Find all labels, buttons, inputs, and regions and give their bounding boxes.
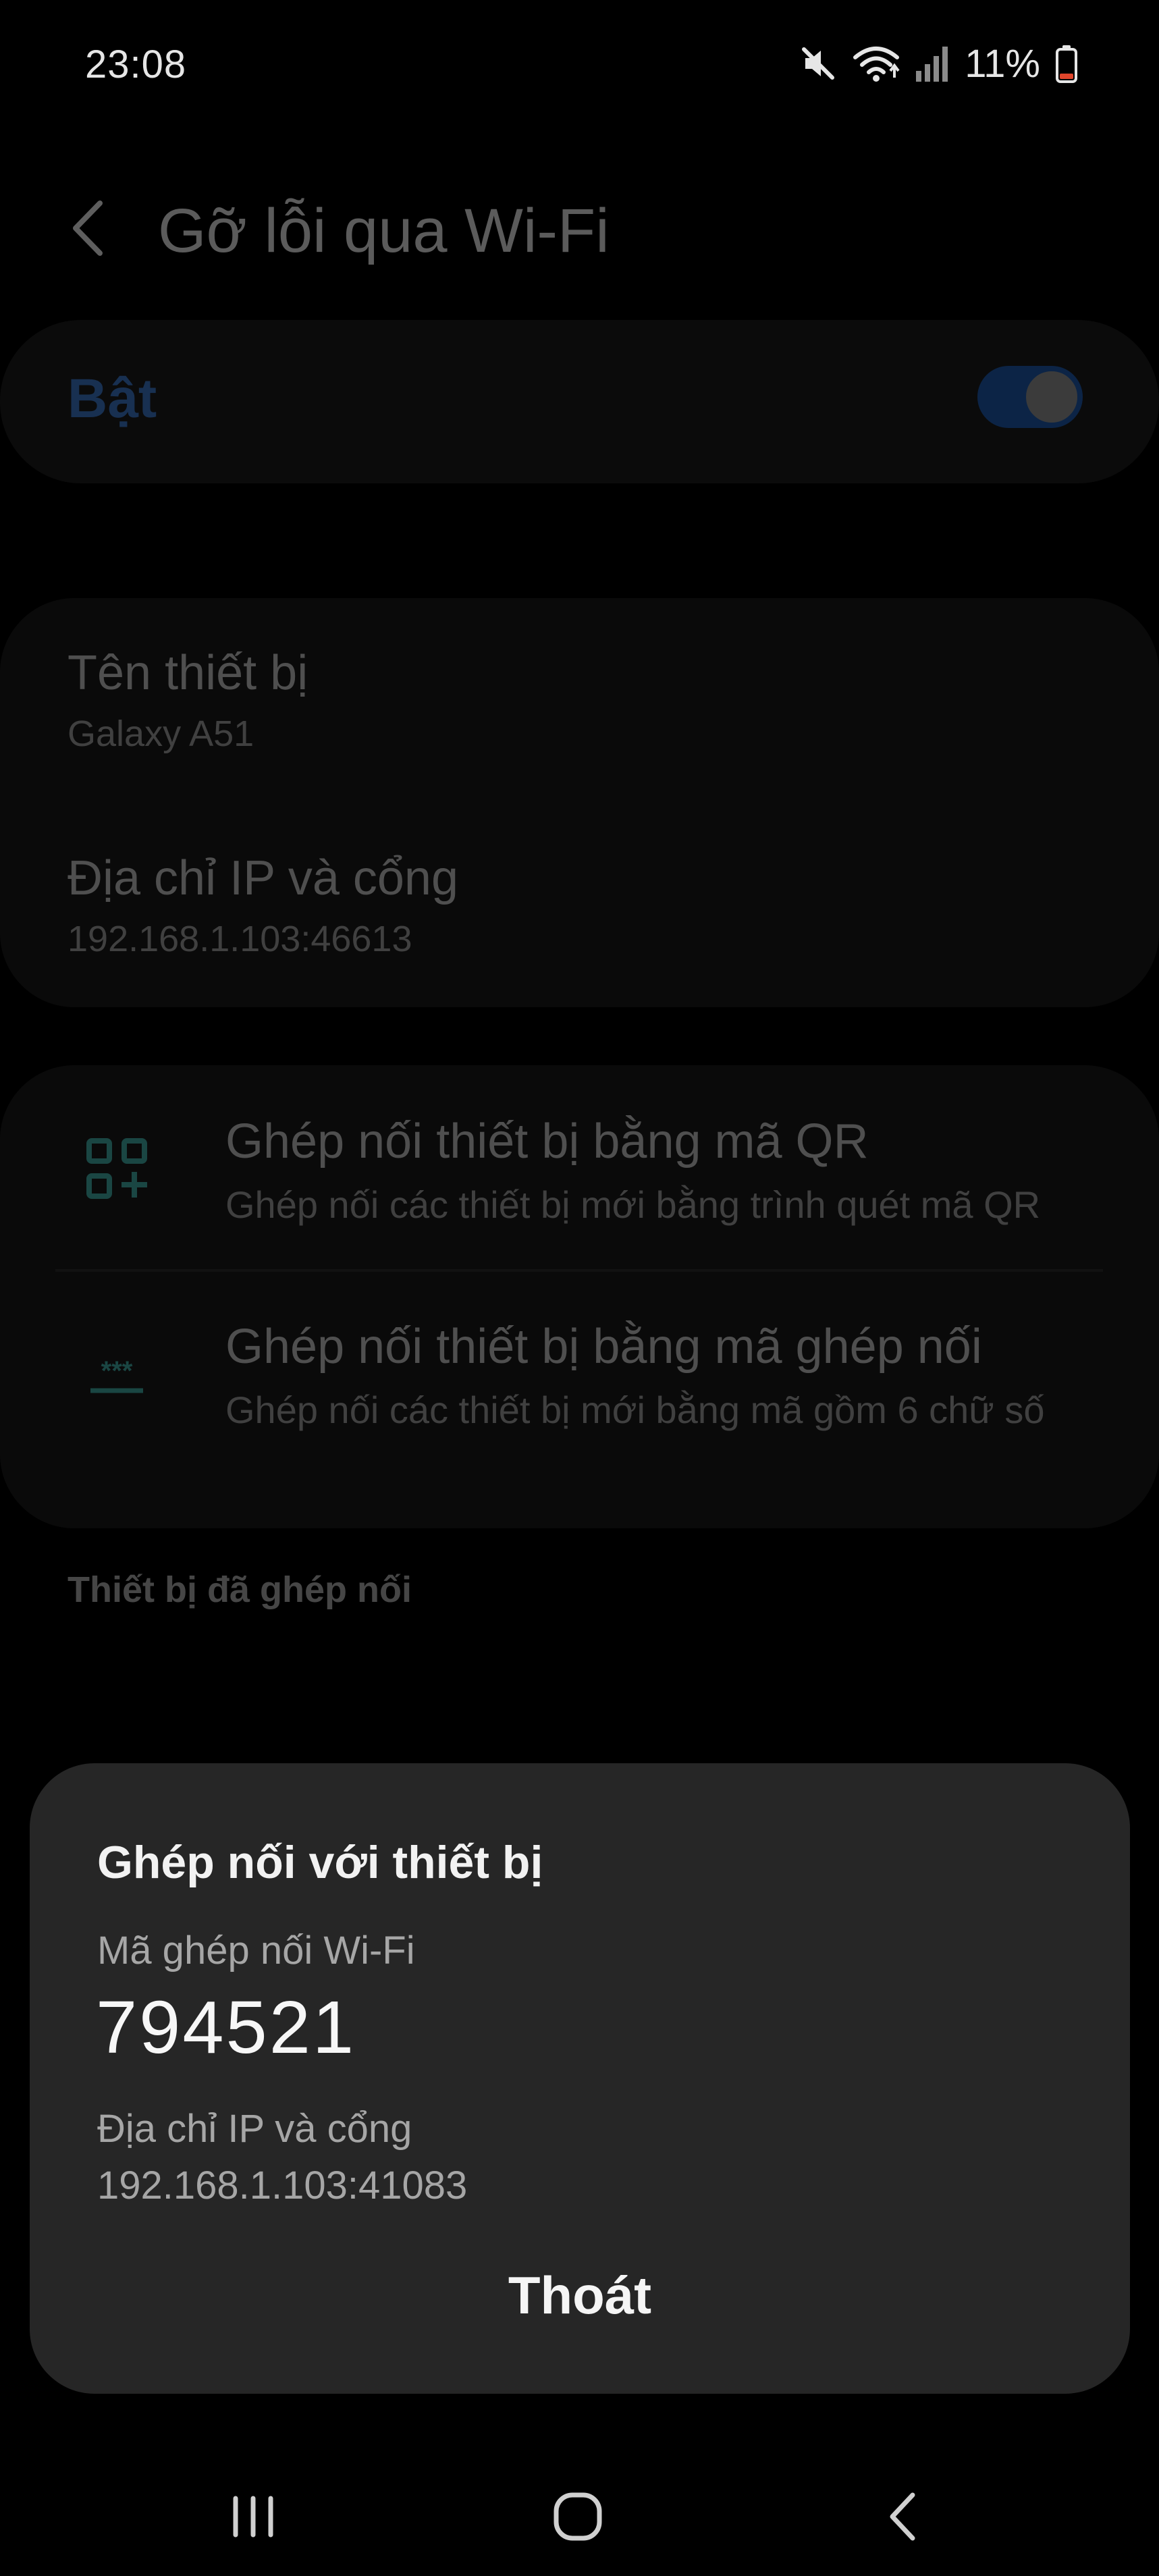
switch-knob [1022, 367, 1081, 427]
page-title: Gỡ lỗi qua Wi-Fi [158, 196, 610, 265]
pairing-dialog: Ghép nối với thiết bị Mã ghép nối Wi-Fi … [30, 1763, 1130, 2394]
pair-qr-title: Ghép nối thiết bị bằng mã QR [225, 1115, 869, 1169]
battery-icon [1055, 44, 1078, 83]
device-name-label: Tên thiết bị [68, 646, 308, 700]
ip-port-row: Địa chỉ IP và cổng 192.168.1.103:46613 [68, 851, 458, 960]
recent-apps-button[interactable] [199, 2471, 307, 2565]
dialog-ip-label: Địa chỉ IP và cổng [97, 2107, 412, 2151]
dialog-ip-value: 192.168.1.103:41083 [97, 2164, 468, 2207]
dialog-title: Ghép nối với thiết bị [97, 1837, 543, 1888]
signal-icon [915, 44, 950, 83]
pair-code-option[interactable]: *** Ghép nối thiết bị bằng mã ghép nối G… [0, 1272, 1159, 1528]
battery-percent: 11% [965, 41, 1040, 86]
master-toggle-label: Bật [68, 368, 157, 429]
home-button[interactable] [524, 2471, 632, 2565]
device-name-value: Galaxy A51 [68, 714, 254, 754]
device-name-row[interactable]: Tên thiết bị Galaxy A51 [68, 645, 308, 755]
pair-qr-subtitle: Ghép nối các thiết bị mới bằng trình qué… [225, 1183, 1041, 1226]
device-info-card: Tên thiết bị Galaxy A51 Địa chỉ IP và cổ… [0, 598, 1159, 1007]
back-button[interactable] [54, 189, 122, 270]
paired-devices-header: Thiết bị đã ghép nối [68, 1569, 412, 1610]
status-icons: 11% [799, 39, 1078, 88]
qr-code-icon [86, 1138, 147, 1199]
passcode-icon: *** [86, 1347, 147, 1408]
home-icon [551, 2490, 605, 2547]
pairing-code-label: Mã ghép nối Wi-Fi [97, 1929, 415, 1973]
navigation-bar [0, 2444, 1159, 2576]
nav-back-button[interactable] [849, 2471, 957, 2565]
wifi-icon [853, 44, 900, 83]
pair-qr-option[interactable]: Ghép nối thiết bị bằng mã QR Ghép nối cá… [0, 1065, 1159, 1269]
pair-code-title: Ghép nối thiết bị bằng mã ghép nối [225, 1320, 982, 1374]
exit-button[interactable]: Thoát [445, 2248, 715, 2342]
pair-code-subtitle: Ghép nối các thiết bị mới bằng mã gồm 6 … [225, 1389, 1045, 1431]
status-bar: 23:08 11% [0, 0, 1159, 128]
master-toggle-row[interactable]: Bật [0, 320, 1159, 483]
status-time: 23:08 [85, 43, 187, 86]
pair-options-card: Ghép nối thiết bị bằng mã QR Ghép nối cá… [0, 1065, 1159, 1528]
back-arrow-icon [68, 198, 108, 262]
mute-icon [799, 44, 838, 83]
svg-text:***: *** [101, 1356, 133, 1386]
master-toggle-switch[interactable] [977, 366, 1083, 428]
pairing-code: 794521 [96, 1986, 356, 2069]
ip-port-label: Địa chỉ IP và cổng [68, 851, 458, 905]
back-icon [883, 2490, 923, 2547]
recent-apps-icon [226, 2493, 280, 2544]
ip-port-value: 192.168.1.103:46613 [68, 919, 412, 959]
